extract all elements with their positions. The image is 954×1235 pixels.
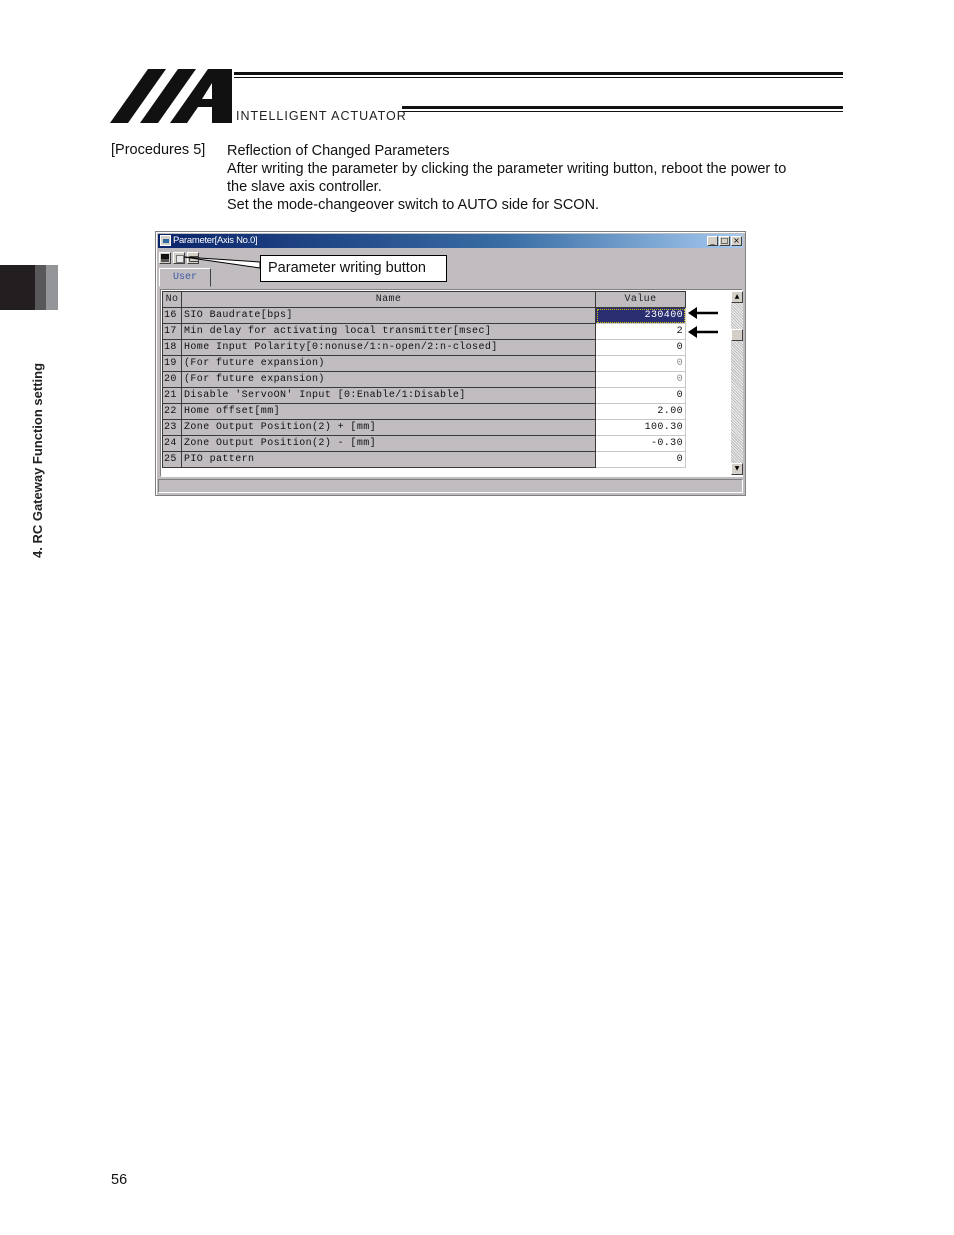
procedure-title: Reflection of Changed Parameters: [227, 143, 450, 159]
page-number: 56: [111, 1172, 128, 1188]
table-row[interactable]: 22 Home offset[mm] 2.00: [162, 403, 686, 420]
table-row[interactable]: 16 SIO Baudrate[bps] 230400: [162, 307, 686, 324]
param-name-cell: PIO pattern: [181, 451, 596, 468]
parameter-table: No Name Value 16 SIO Baudrate[bps] 230400 1…: [162, 291, 686, 468]
scroll-down-button[interactable]: ▼: [731, 463, 743, 475]
param-value-cell[interactable]: 0: [595, 339, 686, 356]
param-name-cell: Home offset[mm]: [181, 403, 596, 420]
column-header-value[interactable]: Value: [595, 291, 686, 308]
close-button[interactable]: ×: [731, 236, 742, 246]
column-header-no[interactable]: No: [162, 291, 182, 308]
chapter-label: 4. RC Gateway Function setting: [30, 362, 45, 558]
scroll-up-button[interactable]: ▲: [731, 291, 743, 303]
param-name-cell: Disable 'ServoON' Input [0:Enable/1:Disa…: [181, 387, 596, 404]
procedure-line: Set the mode-changeover switch to AUTO s…: [227, 197, 600, 213]
param-no-cell: 19: [162, 355, 182, 372]
param-no-cell: 16: [162, 307, 182, 324]
table-row[interactable]: 25 PIO pattern 0: [162, 451, 686, 468]
param-no-cell: 18: [162, 339, 182, 356]
param-no-cell: 20: [162, 371, 182, 388]
header-rule: [234, 72, 843, 75]
table-row[interactable]: 21 Disable 'ServoON' Input [0:Enable/1:Di…: [162, 387, 686, 404]
maximize-button[interactable]: □: [719, 236, 730, 246]
param-name-cell: SIO Baudrate[bps]: [181, 307, 596, 324]
param-value-cell[interactable]: 2.00: [595, 403, 686, 420]
param-value-cell[interactable]: -0.30: [595, 435, 686, 452]
param-value-cell[interactable]: 0: [595, 451, 686, 468]
procedure-line: the slave axis controller.: [227, 179, 382, 195]
save-button[interactable]: [159, 252, 171, 264]
param-name-cell: Min delay for activating local transmitt…: [181, 323, 596, 340]
header-rule: [402, 111, 843, 112]
param-value-cell[interactable]: 0: [595, 371, 686, 388]
table-header-row: No Name Value: [162, 291, 686, 308]
title-bar: Parameter[Axis No.0] _ □ ×: [158, 234, 743, 248]
chapter-tab-marker: [0, 265, 58, 310]
param-no-cell: 17: [162, 323, 182, 340]
procedure-line: After writing the parameter by clicking …: [227, 161, 787, 177]
param-no-cell: 24: [162, 435, 182, 452]
param-name-cell: (For future expansion): [181, 355, 596, 372]
scroll-thumb[interactable]: [731, 329, 743, 341]
param-name-cell: Home Input Polarity[0:nonuse/1:n-open/2:…: [181, 339, 596, 356]
parameter-window: Parameter[Axis No.0] _ □ × User No Name …: [155, 231, 746, 496]
print-button[interactable]: [187, 252, 199, 264]
param-no-cell: 22: [162, 403, 182, 420]
param-name-cell: Zone Output Position(2) - [mm]: [181, 435, 596, 452]
parameter-grid: No Name Value 16 SIO Baudrate[bps] 230400 1…: [160, 289, 743, 477]
iai-logo: [110, 69, 232, 123]
procedure-body: Reflection of Changed Parameters After w…: [227, 142, 837, 214]
header-rule: [402, 106, 843, 109]
minimize-button[interactable]: _: [707, 236, 718, 246]
table-row[interactable]: 23 Zone Output Position(2) + [mm] 100.30: [162, 419, 686, 436]
param-name-cell: Zone Output Position(2) + [mm]: [181, 419, 596, 436]
param-no-cell: 23: [162, 419, 182, 436]
param-value-cell[interactable]: 230400: [595, 307, 686, 324]
parameter-write-button[interactable]: [173, 252, 185, 264]
param-value-cell[interactable]: 2: [595, 323, 686, 340]
param-no-cell: 21: [162, 387, 182, 404]
parameter-writing-callout: Parameter writing button: [260, 255, 447, 282]
status-bar: [158, 479, 743, 493]
table-row[interactable]: 20 (For future expansion) 0: [162, 371, 686, 388]
param-value-cell[interactable]: 0: [595, 355, 686, 372]
left-arrow-icon: [688, 307, 718, 319]
param-no-cell: 25: [162, 451, 182, 468]
tab-user[interactable]: User: [159, 268, 211, 287]
table-row[interactable]: 18 Home Input Polarity[0:nonuse/1:n-open/…: [162, 339, 686, 356]
left-arrow-icon: [688, 326, 718, 338]
window-title: Parameter[Axis No.0]: [173, 235, 258, 246]
brand-text: INTELLIGENT ACTUATOR: [236, 109, 407, 123]
table-row[interactable]: 24 Zone Output Position(2) - [mm] -0.30: [162, 435, 686, 452]
table-row[interactable]: 19 (For future expansion) 0: [162, 355, 686, 372]
param-value-cell[interactable]: 0: [595, 387, 686, 404]
procedure-label: [Procedures 5]: [111, 142, 206, 158]
param-value-cell[interactable]: 100.30: [595, 419, 686, 436]
table-row[interactable]: 17 Min delay for activating local transmi…: [162, 323, 686, 340]
vertical-scrollbar[interactable]: ▲ ▼: [731, 291, 743, 475]
window-app-icon: [160, 235, 171, 246]
header-rule: [234, 77, 843, 78]
column-header-name[interactable]: Name: [181, 291, 596, 308]
param-name-cell: (For future expansion): [181, 371, 596, 388]
